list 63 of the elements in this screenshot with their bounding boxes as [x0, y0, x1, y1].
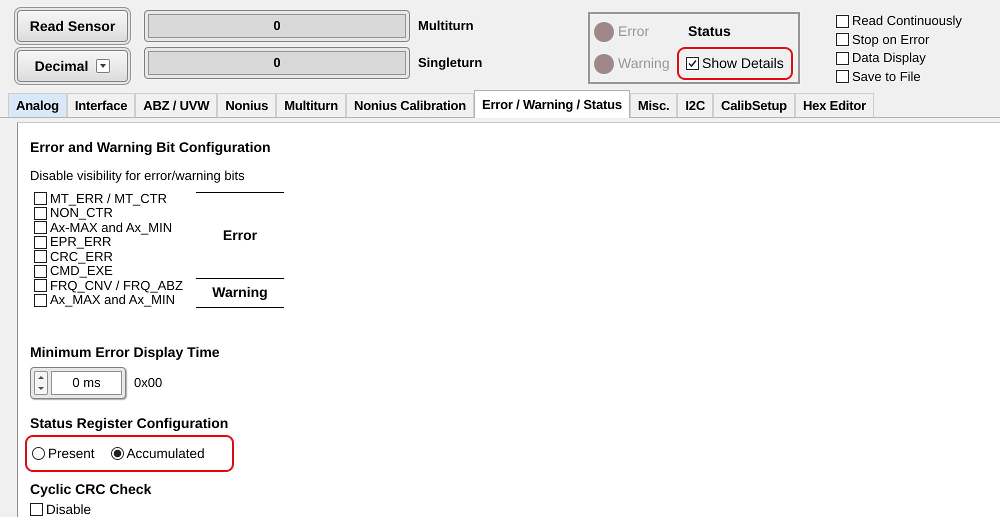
readout-field: 0 [144, 10, 410, 42]
tab[interactable]: ABZ / UVW [135, 93, 218, 117]
checkbox[interactable] [34, 192, 47, 206]
hex-value: 0x00 [134, 374, 162, 392]
group-label: Error [196, 192, 284, 278]
radio-label: Present [48, 444, 95, 462]
checkbox-label: MT_ERR / MT_CTR [50, 192, 167, 206]
status-title: Status [687, 22, 732, 41]
read-sensor-button[interactable]: Read Sensor [17, 10, 128, 42]
spinner-arrows-icon[interactable] [34, 370, 48, 394]
checkbox-label: NON_CTR [50, 206, 113, 220]
checkbox[interactable] [34, 294, 47, 307]
checkbox-label: EPR_ERR [50, 235, 112, 250]
checkbox-label: Stop on Error [852, 30, 930, 49]
checkbox-label: Disable [46, 500, 92, 517]
readout-label: Singleturn [418, 54, 484, 72]
checkbox[interactable] [34, 279, 47, 292]
section-subtitle: Disable visibility for error/warning bits [30, 167, 246, 185]
checkbox[interactable] [836, 52, 849, 65]
indicator-label: Warning [618, 54, 670, 73]
checkbox[interactable] [686, 57, 699, 70]
checkbox[interactable] [836, 33, 849, 46]
tab[interactable]: I2C [677, 93, 714, 117]
checkbox-label: FRQ_CNV / FRQ_ABZ [50, 278, 183, 293]
checkbox-label: Show Details [702, 54, 784, 73]
tab[interactable]: Misc. [630, 93, 678, 117]
checkbox[interactable] [30, 502, 43, 516]
checkbox-label: Data Display [852, 49, 926, 67]
section-title: Status Register Configuration [30, 414, 230, 433]
format-dropdown[interactable]: Decimal [17, 50, 128, 82]
tab[interactable]: Hex Editor [794, 93, 874, 117]
checkbox[interactable] [34, 264, 47, 278]
checkbox[interactable] [34, 250, 47, 264]
checkbox-label: CRC_ERR [50, 250, 113, 264]
radio-button[interactable] [110, 446, 124, 460]
tab[interactable]: Analog [8, 93, 67, 117]
radio-label: Accumulated [126, 444, 205, 462]
caret-icon [96, 59, 110, 73]
checkbox-label: Ax-MAX and Ax_MIN [50, 220, 172, 235]
tab[interactable]: Nonius [217, 93, 276, 117]
radio-button[interactable] [32, 446, 45, 460]
checkbox-label: Save to File [852, 68, 921, 86]
readout-label: Multiturn [418, 17, 475, 36]
tab[interactable]: Interface [66, 93, 136, 117]
group-label: Warning [196, 278, 284, 308]
checkbox[interactable] [34, 206, 47, 220]
section-title: Cyclic CRC Check [30, 480, 152, 499]
indicator-label: Error [618, 22, 650, 41]
section-title: Error and Warning Bit Configuration [30, 138, 272, 157]
checkbox-label: CMD_EXE [50, 264, 113, 278]
spin-field[interactable]: 0 ms [30, 366, 126, 398]
tab[interactable]: Error / Warning / Status [474, 90, 630, 118]
checkbox[interactable] [836, 14, 849, 28]
checkbox[interactable] [34, 236, 47, 249]
checkbox[interactable] [836, 70, 849, 84]
checkbox-label: Ax_MAX and Ax_MIN [50, 293, 175, 308]
checkbox-label: Read Continuously [852, 12, 962, 30]
readout-field: 0 [144, 47, 410, 79]
tab[interactable]: Multiturn [276, 93, 346, 117]
checkbox[interactable] [34, 221, 47, 234]
tab[interactable]: CalibSetup [713, 93, 795, 117]
tab[interactable]: Nonius Calibration [346, 93, 474, 117]
section-title: Minimum Error Display Time [30, 342, 221, 362]
